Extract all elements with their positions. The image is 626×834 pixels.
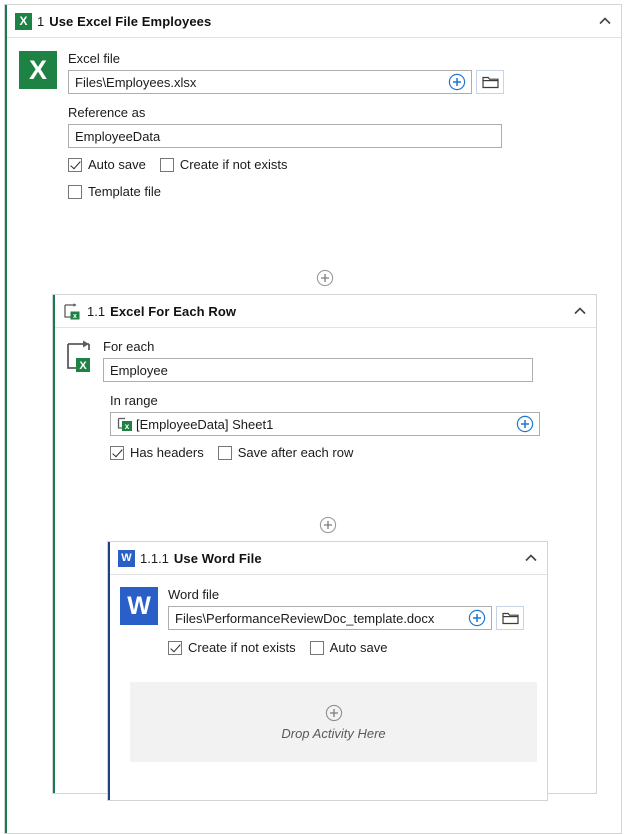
loop-options-row: Has headers Save after each row — [110, 445, 540, 460]
chevron-up-icon[interactable] — [572, 303, 588, 319]
circle-plus-icon — [468, 609, 486, 627]
auto-save-label: Auto save — [88, 157, 146, 172]
in-range-value: [EmployeeData] Sheet1 — [136, 416, 274, 432]
save-after-each-row-label: Save after each row — [237, 445, 354, 460]
svg-text:X: X — [79, 360, 87, 372]
circle-plus-icon — [325, 704, 342, 721]
folder-icon — [501, 612, 519, 625]
word-auto-save-label: Auto save — [329, 640, 388, 655]
in-range-add-variable-button[interactable] — [511, 413, 539, 435]
in-range-label: In range — [110, 393, 158, 408]
use-excel-file-body: X Excel file Files\Employees.xlsx Refere… — [5, 38, 621, 801]
reference-as-label: Reference as — [68, 105, 146, 120]
word-auto-save-checkbox[interactable]: Auto save — [309, 640, 388, 655]
step-number: 1.1.1 — [140, 550, 169, 566]
activity-accent-bar — [108, 542, 110, 800]
circle-plus-icon — [319, 516, 336, 534]
activity-accent-bar — [5, 5, 7, 833]
reference-as-value: EmployeeData — [75, 128, 161, 144]
loop-excel-icon: X — [65, 339, 95, 373]
checkbox-box — [68, 157, 82, 172]
excel-file-value: Files\Employees.xlsx — [75, 74, 197, 90]
circle-plus-icon — [448, 73, 466, 91]
excel-for-each-row-body: X For each Employee In range x [Employee… — [53, 328, 596, 801]
use-excel-file-header[interactable]: X 1 Use Excel File Employees — [5, 5, 621, 38]
template-file-label: Template file — [88, 184, 161, 199]
circle-plus-icon — [516, 415, 534, 433]
checkbox-box — [309, 640, 324, 655]
save-after-each-row-checkbox[interactable]: Save after each row — [217, 445, 354, 460]
svg-text:x: x — [73, 313, 77, 320]
excel-for-each-row-activity-card[interactable]: x 1.1 Excel For Each Row X For each Empl… — [52, 294, 597, 801]
checkbox-box — [68, 184, 82, 199]
for-each-field-group: X For each Employee — [65, 339, 596, 382]
checkbox-box — [168, 640, 182, 655]
excel-for-each-row-header[interactable]: x 1.1 Excel For Each Row — [53, 295, 596, 328]
circle-plus-icon — [316, 269, 333, 287]
step-number: 1 — [37, 13, 45, 29]
excel-icon: X — [15, 12, 32, 30]
step-number: 1.1 — [87, 303, 106, 319]
excel-file-field-group: X Excel file Files\Employees.xlsx — [19, 51, 621, 94]
use-word-file-body: W Word file Files\PerformanceReviewDoc_t… — [108, 575, 547, 762]
use-excel-file-activity-card[interactable]: X 1 Use Excel File Employees X Excel fil… — [4, 4, 622, 834]
excel-file-label: Excel file — [68, 51, 121, 66]
template-file-checkbox[interactable]: Template file — [68, 184, 488, 199]
svg-text:x: x — [125, 421, 130, 431]
word-file-value: Files\PerformanceReviewDoc_template.docx — [175, 610, 435, 626]
excel-icon-large: X — [19, 51, 57, 89]
word-create-if-not-exists-label: Create if not exists — [188, 640, 296, 655]
for-each-label: For each — [103, 339, 155, 354]
excel-for-each-row-icon: x — [63, 302, 82, 320]
folder-icon — [481, 76, 499, 89]
activity-title: Use Word File — [173, 550, 262, 566]
word-file-browse-button[interactable] — [496, 606, 524, 630]
excel-file-input[interactable]: Files\Employees.xlsx — [68, 70, 472, 94]
word-file-field-group: W Word file Files\PerformanceReviewDoc_t… — [120, 587, 547, 630]
create-if-not-exists-label: Create if not exists — [179, 157, 288, 172]
has-headers-label: Has headers — [130, 445, 204, 460]
for-each-value: Employee — [110, 362, 168, 378]
word-icon: W — [118, 549, 135, 567]
checkbox-box — [110, 445, 124, 460]
has-headers-checkbox[interactable]: Has headers — [110, 445, 204, 460]
word-file-label: Word file — [168, 587, 220, 602]
activity-title: Use Excel File Employees — [49, 13, 212, 29]
word-file-input[interactable]: Files\PerformanceReviewDoc_template.docx — [168, 606, 492, 630]
activity-title: Excel For Each Row — [110, 303, 237, 319]
excel-file-browse-button[interactable] — [476, 70, 504, 94]
auto-save-checkbox[interactable]: Auto save — [68, 157, 146, 172]
excel-options-row-2: Template file — [68, 184, 502, 199]
checkbox-box — [159, 157, 174, 172]
in-range-field-group: In range x [EmployeeData] Sheet1 Has hea… — [110, 393, 540, 460]
chevron-up-icon[interactable] — [597, 13, 613, 29]
drop-activity-zone[interactable]: Drop Activity Here — [130, 682, 537, 762]
word-create-if-not-exists-checkbox[interactable]: Create if not exists — [168, 640, 296, 655]
insert-activity-above-word[interactable] — [107, 516, 548, 534]
use-word-file-header[interactable]: W 1.1.1 Use Word File — [108, 542, 547, 575]
activity-accent-bar — [53, 295, 55, 793]
excel-range-icon: x — [117, 417, 134, 432]
insert-activity-above-loop[interactable] — [52, 269, 597, 287]
excel-file-add-variable-button[interactable] — [443, 71, 471, 93]
reference-as-input[interactable]: EmployeeData — [68, 124, 502, 148]
drop-activity-label: Drop Activity Here — [281, 725, 386, 741]
for-each-input[interactable]: Employee — [103, 358, 533, 382]
create-if-not-exists-checkbox[interactable]: Create if not exists — [159, 157, 288, 172]
excel-options-row-1: Auto save Create if not exists — [68, 157, 502, 172]
in-range-input[interactable]: x [EmployeeData] Sheet1 — [110, 412, 540, 436]
use-word-file-activity-card[interactable]: W 1.1.1 Use Word File W Word file Files\… — [107, 541, 548, 801]
chevron-up-icon[interactable] — [523, 550, 539, 566]
reference-as-field-group: Reference as EmployeeData Auto save Crea… — [68, 105, 502, 199]
word-icon-large: W — [120, 587, 158, 625]
word-file-add-variable-button[interactable] — [463, 607, 491, 629]
checkbox-box — [217, 445, 232, 460]
word-options-row: Create if not exists Auto save — [168, 640, 547, 655]
